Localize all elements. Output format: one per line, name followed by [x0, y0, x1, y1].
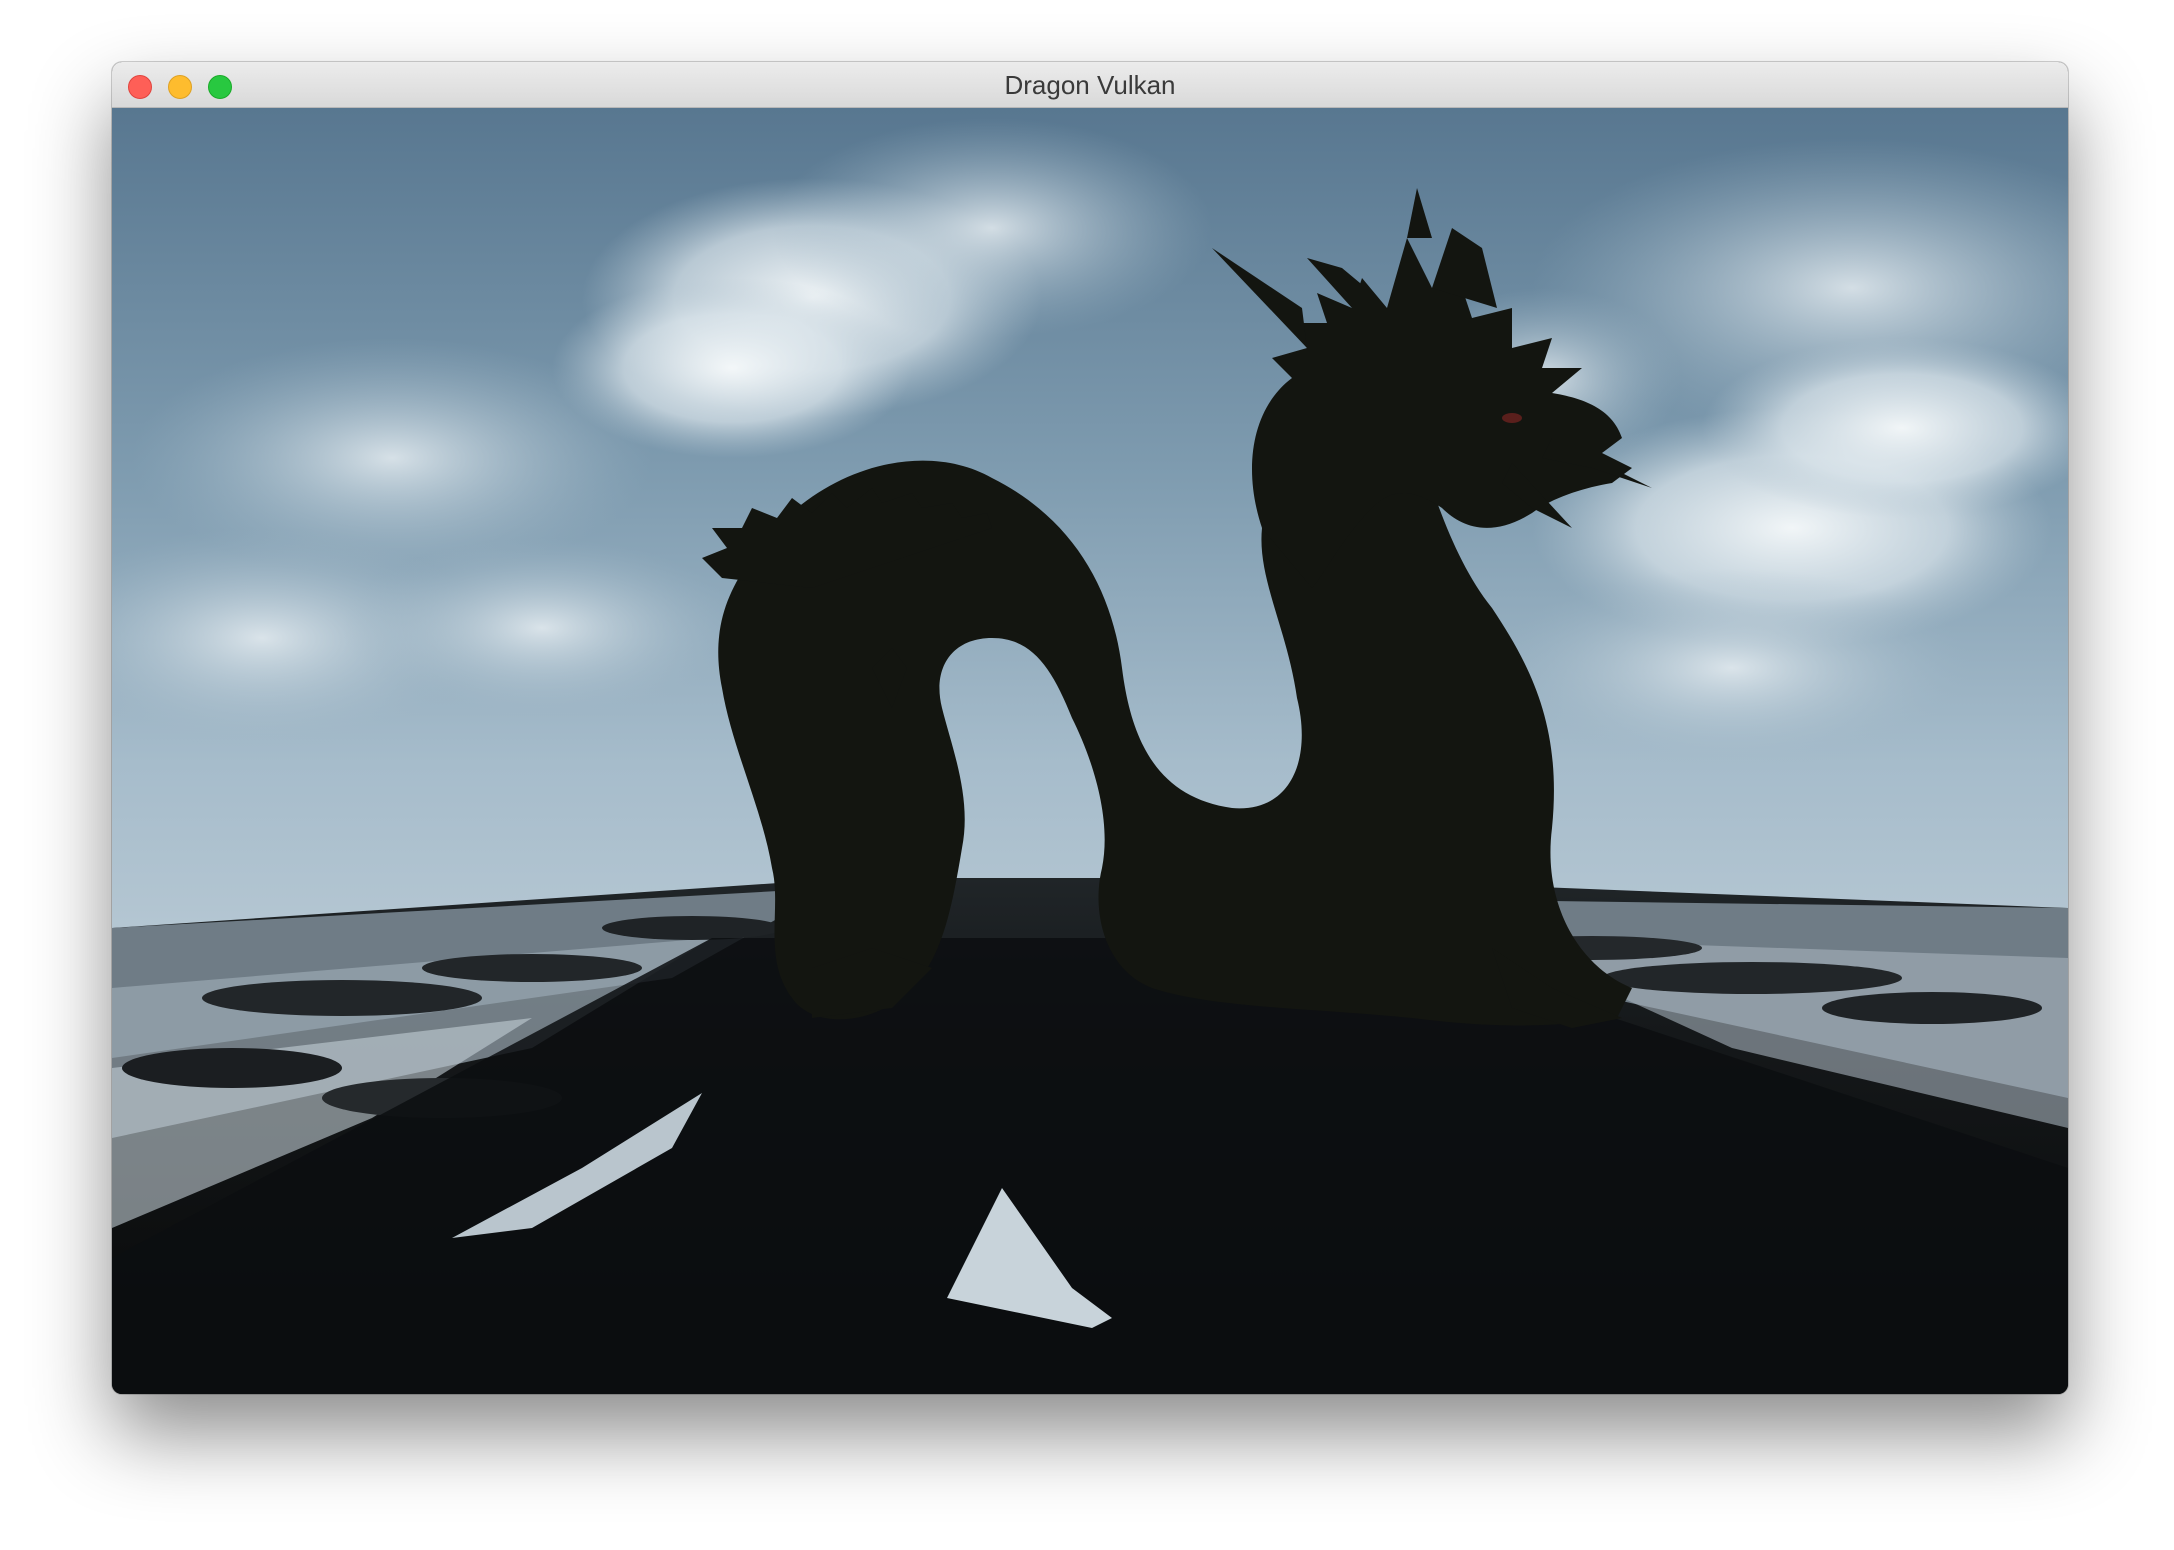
app-window: Dragon Vulkan	[112, 62, 2068, 1394]
scene-canvas	[112, 108, 2068, 1394]
title-bar[interactable]: Dragon Vulkan	[112, 62, 2068, 108]
render-viewport[interactable]	[112, 108, 2068, 1394]
window-title: Dragon Vulkan	[1004, 70, 1176, 100]
dragon-eye	[1502, 413, 1522, 423]
ground-plane	[112, 878, 2068, 1394]
